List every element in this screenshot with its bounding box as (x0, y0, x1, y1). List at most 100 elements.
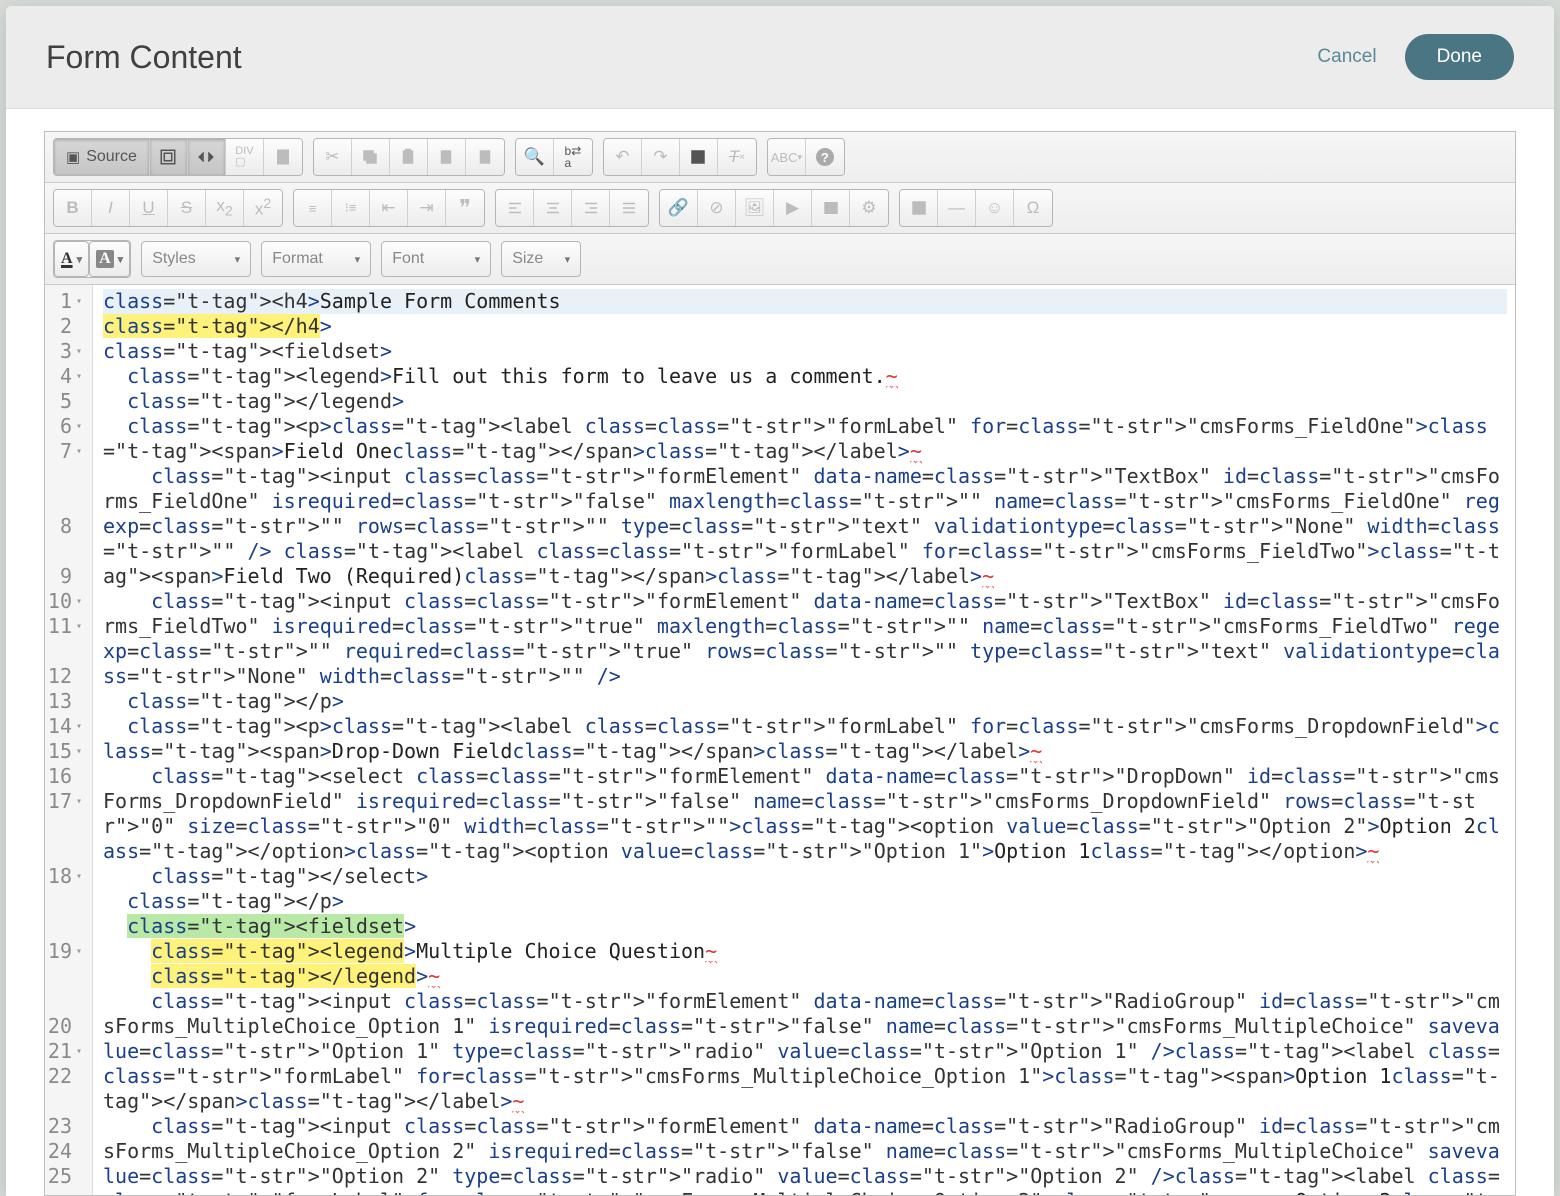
justify-icon (620, 199, 638, 217)
subscript-button[interactable]: x2 (206, 190, 244, 226)
about-button[interactable]: ? (806, 139, 844, 175)
numlist-icon: ≡ (309, 201, 317, 216)
copy-icon (361, 148, 379, 166)
code-icon (197, 148, 215, 166)
paste-word-icon: W (476, 148, 494, 166)
image-icon: 🖼 (744, 198, 766, 218)
line-number-gutter: 1▾23▾4▾56▾7▾8910▾11▾121314▾15▾1617▾18▾19… (45, 285, 93, 1195)
bold-icon: B (66, 198, 78, 218)
toolbar-row-2: B I U S x2 x2 ≡ ⁝≡ ⇤ ⇥ ❞ 🔗 (45, 183, 1515, 234)
svg-text:W: W (482, 156, 489, 163)
remove-format-button[interactable]: T× (718, 139, 756, 175)
code-content[interactable]: class="t-tag"><h4>Sample Form Commentscl… (93, 285, 1515, 1195)
link-button[interactable]: 🔗 (660, 190, 698, 226)
font-dropdown[interactable]: Font▾ (381, 241, 491, 277)
insert-table-button[interactable] (900, 190, 938, 226)
styles-dropdown[interactable]: Styles▾ (141, 241, 251, 277)
paste-icon (399, 148, 417, 166)
alignright-icon (582, 199, 600, 217)
align-left-button[interactable] (496, 190, 534, 226)
specialchar-button[interactable]: Ω (1014, 190, 1052, 226)
paste-text-button[interactable]: T (428, 139, 466, 175)
chevron-down-icon: ▾ (355, 253, 361, 266)
hr-button[interactable]: — (938, 190, 976, 226)
bold-button[interactable]: B (54, 190, 92, 226)
source-icon: ▣ (66, 148, 80, 166)
replace-icon: b⇄a (565, 145, 582, 169)
find-icon: 🔍 (524, 147, 545, 167)
editor-container: ▣ Source DIV▢ ✂ T W (44, 131, 1516, 1196)
code-editor[interactable]: 1▾23▾4▾56▾7▾8910▾11▾121314▾15▾1617▾18▾19… (45, 285, 1515, 1195)
omega-icon: Ω (1027, 198, 1040, 218)
grid-icon (910, 199, 928, 217)
chevron-down-icon: ▾ (77, 253, 83, 266)
chevron-down-icon: ▾ (475, 253, 481, 266)
templates-icon (159, 148, 177, 166)
align-right-button[interactable] (572, 190, 610, 226)
source-button[interactable]: ▣ Source (54, 139, 150, 175)
replace-button[interactable]: b⇄a (554, 139, 592, 175)
justify-button[interactable] (610, 190, 648, 226)
about-icon: ? (816, 148, 834, 166)
unlink-icon: ⊘ (709, 198, 723, 218)
paste-word-button[interactable]: W (466, 139, 504, 175)
cancel-button[interactable]: Cancel (1317, 46, 1376, 68)
indent-button[interactable]: ⇥ (408, 190, 446, 226)
align-center-button[interactable] (534, 190, 572, 226)
copy-button[interactable] (352, 139, 390, 175)
page-title: Form Content (46, 39, 242, 76)
outdent-button[interactable]: ⇤ (370, 190, 408, 226)
modal-actions: Cancel Done (1317, 34, 1514, 80)
form-content-modal: Form Content Cancel Done ▣ Source DIV▢ (6, 6, 1554, 1196)
paste-button[interactable] (390, 139, 428, 175)
strike-button[interactable]: S (168, 190, 206, 226)
newpage-icon (274, 148, 292, 166)
source-code-button[interactable] (188, 139, 226, 175)
toolbar-row-1: ▣ Source DIV▢ ✂ T W (45, 132, 1515, 183)
spellcheck-button[interactable]: ABC▾ (768, 139, 806, 175)
show-blocks-button[interactable]: DIV▢ (226, 139, 264, 175)
redo-icon: ↷ (653, 147, 667, 167)
table-button[interactable] (812, 190, 850, 226)
strike-icon: S (181, 198, 192, 218)
flash-button[interactable]: ▶ (774, 190, 812, 226)
text-color-dropdown[interactable]: A ▾ (54, 241, 89, 277)
italic-button[interactable]: I (92, 190, 130, 226)
redo-button[interactable]: ↷ (642, 139, 680, 175)
undo-button[interactable]: ↶ (604, 139, 642, 175)
superscript-button[interactable]: x2 (244, 190, 282, 226)
templates-button[interactable] (150, 139, 188, 175)
cut-icon: ✂ (325, 147, 339, 167)
outdent-icon: ⇤ (381, 198, 395, 218)
alignleft-icon (506, 199, 524, 217)
div-icon: DIV▢ (235, 146, 253, 168)
size-dropdown[interactable]: Size▾ (501, 241, 581, 277)
undo-icon: ↶ (615, 147, 629, 167)
smiley-button[interactable]: ☺ (976, 190, 1014, 226)
format-dropdown[interactable]: Format▾ (261, 241, 371, 277)
spell-icon: ABC (771, 150, 798, 165)
svg-text:T: T (444, 154, 449, 163)
selectall-icon (689, 148, 707, 166)
aligncenter-icon (544, 199, 562, 217)
smiley-icon: ☺ (986, 198, 1003, 218)
modal-header: Form Content Cancel Done (6, 6, 1554, 109)
numlist-button[interactable]: ≡ (294, 190, 332, 226)
chevron-down-icon: ▾ (235, 253, 241, 266)
italic-icon: I (108, 198, 113, 218)
remove-format-icon: T (729, 147, 739, 167)
blockquote-button[interactable]: ❞ (446, 190, 484, 226)
underline-button[interactable]: U (130, 190, 168, 226)
image-button[interactable]: 🖼 (736, 190, 774, 226)
underline-icon: U (142, 198, 154, 218)
gear-icon: ⚙ (861, 198, 876, 218)
find-button[interactable]: 🔍 (516, 139, 554, 175)
bullist-button[interactable]: ⁝≡ (332, 190, 370, 226)
bg-color-dropdown[interactable]: A ▾ (89, 241, 130, 277)
iframe-button[interactable]: ⚙ (850, 190, 888, 226)
cut-button[interactable]: ✂ (314, 139, 352, 175)
done-button[interactable]: Done (1405, 34, 1514, 80)
new-page-button[interactable] (264, 139, 302, 175)
unlink-button[interactable]: ⊘ (698, 190, 736, 226)
select-all-button[interactable] (680, 139, 718, 175)
